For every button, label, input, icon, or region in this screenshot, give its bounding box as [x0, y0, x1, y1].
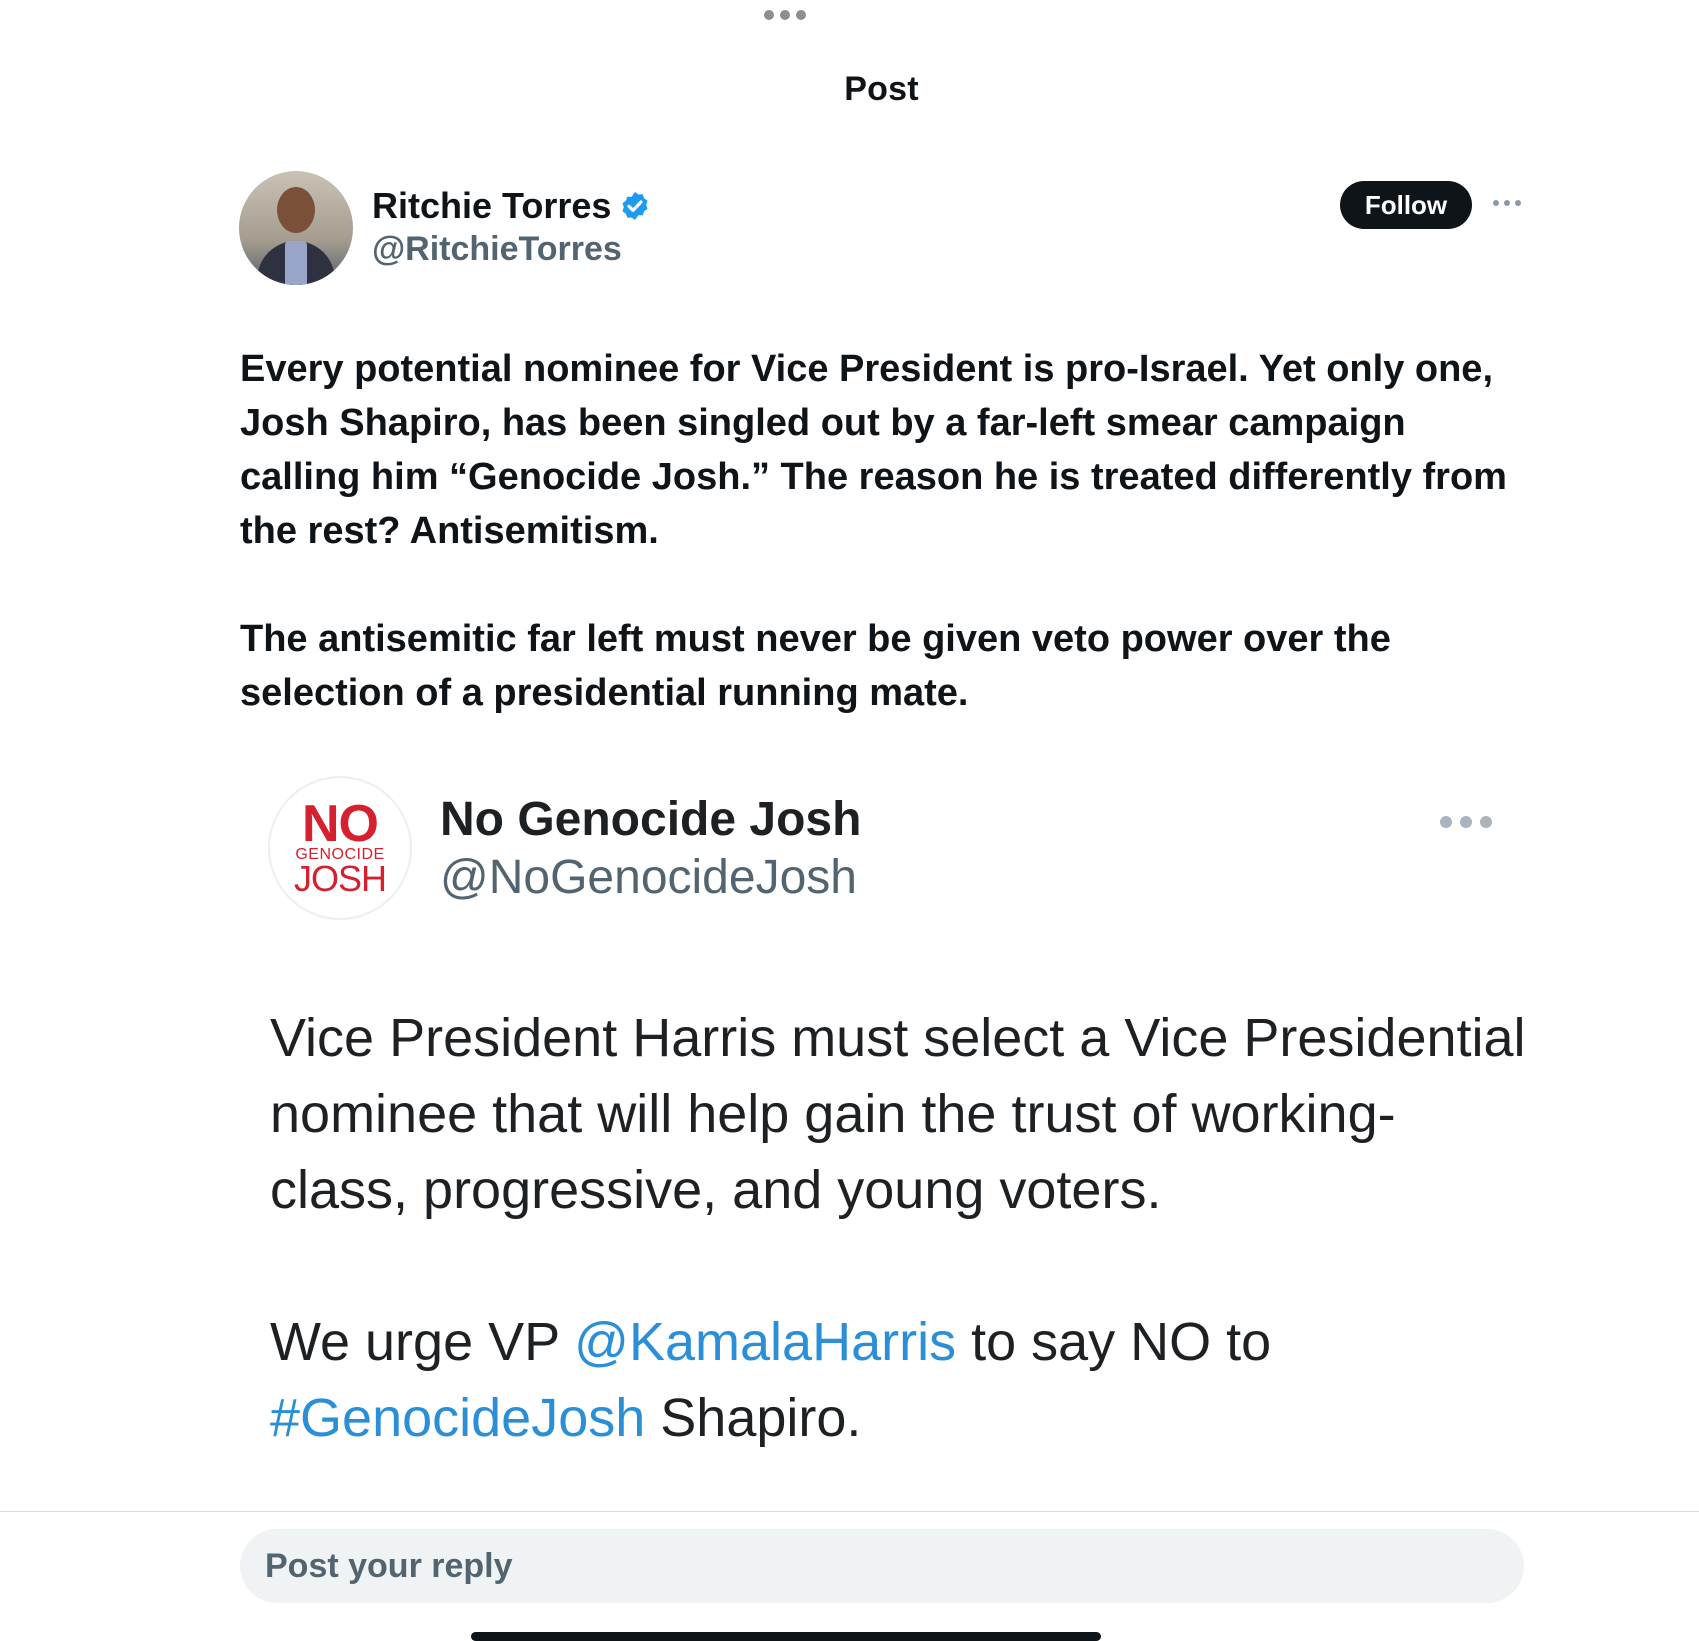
quoted-paragraph: We urge VP @KamalaHarris to say NO to #G… — [270, 1312, 1272, 1448]
reply-divider — [0, 1511, 1699, 1512]
quoted-paragraph: Vice President Harris must select a Vice… — [270, 1008, 1526, 1220]
page-title: Post — [844, 70, 919, 108]
quoted-author-handle[interactable]: @NoGenocideJosh — [440, 850, 857, 905]
more-dots-icon[interactable] — [764, 10, 806, 20]
mention-link[interactable]: @KamalaHarris — [574, 1312, 956, 1372]
post-paragraph: Every potential nominee for Vice Preside… — [240, 348, 1507, 552]
author-name[interactable]: Ritchie Torres — [372, 185, 611, 227]
follow-button[interactable]: Follow — [1340, 181, 1472, 229]
post-page: Post Ritchie Torres @RitchieTorres Follo… — [0, 0, 1699, 1641]
quoted-post-text: Vice President Harris must select a Vice… — [270, 1000, 1530, 1532]
quoted-avatar-logo[interactable]: NO GENOCIDE JOSH — [268, 776, 412, 920]
author-handle[interactable]: @RitchieTorres — [372, 230, 622, 269]
hashtag-link[interactable]: #GenocideJosh — [270, 1388, 645, 1448]
post-paragraph: The antisemitic far left must never be g… — [240, 618, 1391, 714]
verified-badge-icon — [622, 192, 648, 220]
home-indicator[interactable] — [471, 1632, 1101, 1641]
quoted-author-name[interactable]: No Genocide Josh — [440, 792, 861, 847]
quoted-more-icon[interactable] — [1440, 816, 1492, 828]
overflow-menu-icon[interactable] — [1493, 200, 1521, 206]
post-text: Every potential nominee for Vice Preside… — [240, 342, 1520, 774]
author-name-row[interactable]: Ritchie Torres — [372, 185, 651, 227]
author-avatar[interactable] — [239, 171, 353, 285]
reply-input[interactable]: Post your reply — [240, 1529, 1524, 1603]
